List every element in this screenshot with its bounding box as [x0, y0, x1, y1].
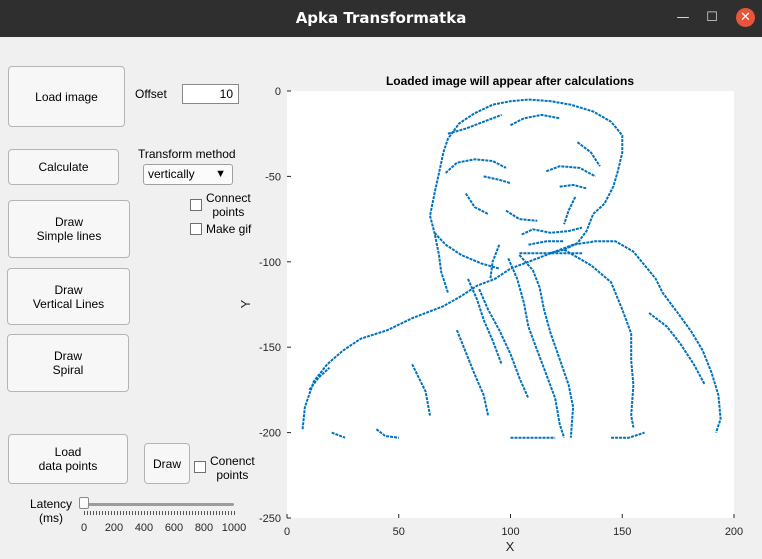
plot-area [287, 91, 734, 518]
y-axis-label: Y [238, 299, 253, 308]
y-tick-label: -150 [259, 342, 281, 354]
y-tick-label: -100 [259, 257, 281, 269]
y-tick-label: -250 [259, 513, 281, 525]
chart-title: Loaded image will appear after calculati… [386, 74, 634, 88]
x-tick-label: 50 [393, 526, 405, 538]
y-tick-label: 0 [275, 86, 281, 98]
x-tick-label: 150 [613, 526, 631, 538]
x-tick-label: 100 [501, 526, 519, 538]
chart: Loaded image will appear after calculati… [238, 74, 743, 554]
y-tick-label: -50 [265, 171, 281, 183]
y-tick-label: -200 [259, 428, 281, 440]
x-axis-label: X [506, 539, 515, 554]
x-tick-label: 0 [284, 526, 290, 538]
x-tick-label: 200 [725, 526, 743, 538]
